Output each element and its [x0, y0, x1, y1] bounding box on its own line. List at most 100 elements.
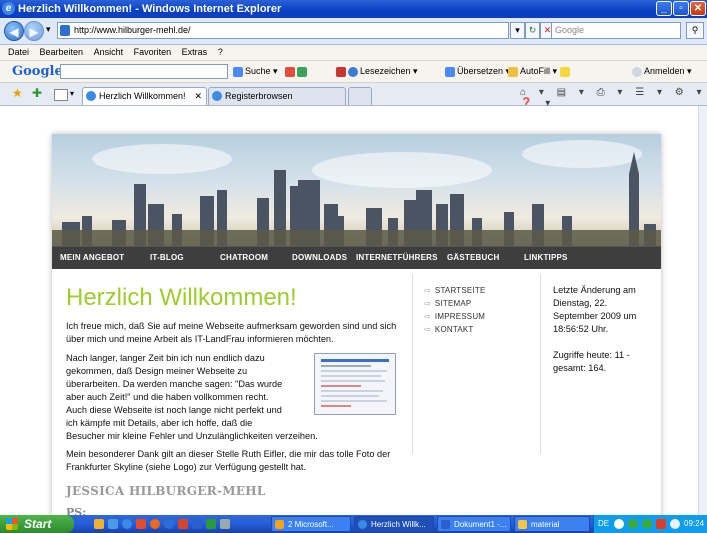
quicklaunch-icon[interactable] — [150, 519, 160, 529]
settings-icon — [632, 66, 642, 77]
site-navigation: MEIN ANGEBOT IT-BLOG CHATROOM DOWNLOADS … — [52, 246, 661, 269]
arrow-icon: ⇨ — [424, 286, 431, 295]
highlight-icon[interactable] — [560, 65, 572, 78]
windows-logo-icon — [6, 518, 18, 530]
google-tools-group[interactable] — [285, 65, 309, 78]
menu-bearbeiten[interactable]: Bearbeiten — [40, 47, 84, 57]
nav-gaestebuch[interactable]: GÄSTEBUCH — [447, 247, 499, 269]
translate-button[interactable]: Übersetzen ▾ — [445, 65, 510, 78]
maximize-button[interactable]: ▫ — [673, 1, 689, 16]
quick-tabs-icon[interactable] — [54, 89, 68, 101]
window-title-bar[interactable]: e Herzlich Willkommen! - Windows Interne… — [0, 0, 707, 18]
menu-favoriten[interactable]: Favoriten — [134, 47, 172, 57]
address-toolbar: ◀ ▶ ▾ http://www.hilburger-mehl.de/ ▾ ↻ … — [0, 18, 707, 45]
nav-chatroom[interactable]: CHATROOM — [220, 247, 268, 269]
google-search-input[interactable] — [60, 64, 228, 79]
sidebar-link-kontakt[interactable]: ⇨ KONTAKT — [424, 325, 474, 334]
autofill-icon — [508, 66, 518, 77]
page-icon — [60, 25, 70, 36]
web-content: MEIN ANGEBOT IT-BLOG CHATROOM DOWNLOADS … — [0, 106, 698, 515]
google-search-button[interactable]: Suche ▾ — [233, 65, 278, 78]
page-title: Herzlich Willkommen! — [66, 284, 297, 311]
column-divider — [412, 274, 413, 454]
nav-it-blog[interactable]: IT-BLOG — [150, 247, 184, 269]
start-button[interactable]: Start — [0, 515, 74, 533]
word-icon — [441, 520, 450, 529]
menu-ansicht[interactable]: Ansicht — [94, 47, 124, 57]
history-dropdown-icon[interactable]: ▾ — [46, 24, 51, 35]
menu-help[interactable]: ? — [218, 47, 223, 57]
new-tab-button[interactable] — [348, 87, 372, 105]
back-button[interactable]: ◀ — [4, 21, 24, 41]
close-tab-icon[interactable]: ✕ — [194, 88, 202, 104]
google-search-icon — [233, 66, 243, 77]
tab-label: Herzlich Willkommen! — [99, 91, 186, 101]
windows-taskbar: Start 2 Microsoft... Herzlich Willk... D… — [0, 515, 707, 533]
vertical-scrollbar[interactable] — [698, 106, 707, 515]
nav-internetfuehrers[interactable]: INTERNETFÜHRERS — [356, 247, 438, 269]
signin-button[interactable]: Anmelden ▾ — [632, 65, 692, 78]
bookmarks-button[interactable]: Lesezeichen ▾ — [336, 65, 418, 78]
quicklaunch-icon[interactable] — [164, 519, 174, 529]
google-logo: Google — [12, 64, 63, 79]
translate-icon — [445, 66, 455, 77]
author-signature: JESSICA HILBURGER-MEHL — [66, 484, 266, 498]
folder-icon — [518, 520, 527, 529]
clock: 09:24 — [684, 519, 705, 528]
quicklaunch-icon[interactable] — [178, 519, 188, 529]
quicklaunch-icon[interactable] — [220, 519, 230, 529]
thanks-paragraph: Mein besonderer Dank gilt an dieser Stel… — [66, 449, 391, 472]
nav-linktipps[interactable]: LINKTIPPS — [524, 247, 568, 269]
security-alert-icon[interactable] — [656, 519, 666, 529]
nav-downloads[interactable]: DOWNLOADS — [292, 247, 347, 269]
menu-datei[interactable]: Datei — [8, 47, 29, 57]
website-screenshot-thumbnail[interactable] — [314, 353, 396, 415]
network-icon[interactable] — [670, 519, 680, 529]
search-icon[interactable]: ⚲ — [686, 22, 704, 39]
google-toolbar: Google Suche ▾ Lesezeichen ▾ Übersetzen … — [0, 61, 707, 83]
tray-icon[interactable] — [642, 519, 652, 529]
quicklaunch-icon[interactable] — [206, 519, 216, 529]
ie-page-icon — [212, 91, 222, 101]
minimize-button[interactable]: _ — [656, 1, 672, 16]
favorites-star-icon[interactable]: ★ — [12, 86, 23, 100]
quicklaunch-icon[interactable] — [94, 519, 104, 529]
menu-extras[interactable]: Extras — [182, 47, 208, 57]
postscript-heading: PS: — [66, 506, 87, 515]
language-indicator[interactable]: DE — [598, 515, 609, 533]
autofill-button[interactable]: AutoFill ▾ — [508, 65, 557, 78]
nav-mein-angebot[interactable]: MEIN ANGEBOT — [60, 247, 124, 269]
forward-button[interactable]: ▶ — [24, 21, 44, 41]
tab-registerbrowsen[interactable]: Registerbrowsen — [208, 87, 346, 105]
body-paragraph-tail: Besucher mir kleine Fehler und Unzulängl… — [66, 431, 318, 441]
taskbar-task-microsoft[interactable]: 2 Microsoft... — [271, 516, 351, 532]
taskbar-task-ie[interactable]: Herzlich Willk... — [354, 516, 434, 532]
last-updated-text: Letzte Änderung am Dienstag, 22. Septemb… — [553, 285, 637, 334]
arrow-icon: ⇨ — [424, 325, 431, 334]
quicklaunch-icon[interactable] — [192, 519, 202, 529]
pagerank-icon — [285, 66, 295, 77]
window-title: Herzlich Willkommen! - Windows Internet … — [18, 3, 282, 15]
search-input[interactable]: Google — [551, 22, 681, 39]
tab-label: Registerbrowsen — [225, 91, 293, 101]
address-input[interactable]: http://www.hilburger-mehl.de/ — [57, 22, 509, 39]
tab-list-dropdown-icon[interactable]: ▾ — [70, 89, 74, 98]
sidebar-link-startseite[interactable]: ⇨ STARTSEITE — [424, 286, 486, 295]
sidebar-link-sitemap[interactable]: ⇨ SITEMAP — [424, 299, 471, 308]
tab-herzlich-willkommen[interactable]: Herzlich Willkommen! ✕ — [82, 87, 207, 105]
tray-icon[interactable] — [614, 519, 624, 529]
address-dropdown-button[interactable]: ▾ — [510, 22, 525, 39]
visit-counter: Zugriffe heute: 11 - gesamt: 164. — [553, 350, 630, 373]
sidebar-link-impressum[interactable]: ⇨ IMPRESSUM — [424, 312, 485, 321]
quicklaunch-icon[interactable] — [108, 519, 118, 529]
ie-page-icon — [86, 91, 96, 101]
add-favorites-icon[interactable]: ✚ — [32, 86, 42, 100]
close-window-button[interactable]: ✕ — [690, 1, 706, 16]
taskbar-task-word[interactable]: Dokument1 -... — [437, 516, 511, 532]
ie-quicklaunch-icon[interactable] — [122, 519, 132, 529]
star-icon — [348, 66, 358, 77]
taskbar-task-folder[interactable]: material — [514, 516, 590, 532]
quicklaunch-icon[interactable] — [136, 519, 146, 529]
tray-icon[interactable] — [628, 519, 638, 529]
refresh-button[interactable]: ↻ — [525, 22, 540, 39]
